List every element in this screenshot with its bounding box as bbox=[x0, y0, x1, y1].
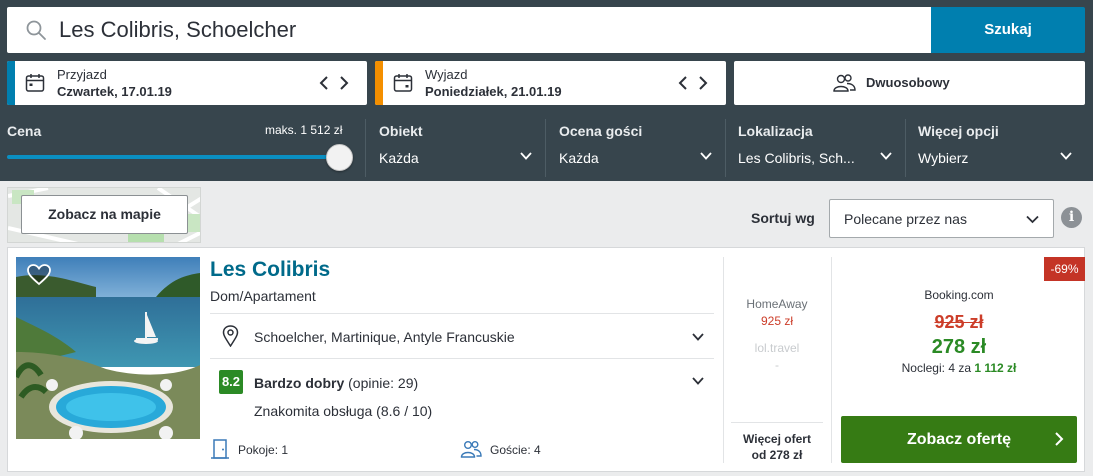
room-type-label: Dwuosobowy bbox=[866, 75, 950, 90]
chevron-down-icon bbox=[1026, 215, 1039, 224]
more-options-value: Wybierz bbox=[918, 150, 969, 166]
sort-label: Sortuj wg bbox=[751, 210, 815, 226]
room-type-field[interactable]: Dwuosobowy bbox=[734, 61, 1085, 105]
object-filter-label: Obiekt bbox=[379, 123, 423, 139]
chevron-right-icon[interactable] bbox=[339, 75, 349, 91]
price-max-label: maks. 1 512 zł bbox=[265, 123, 343, 137]
discount-badge: -69% bbox=[1044, 257, 1085, 281]
hotel-type: Dom/Apartament bbox=[210, 288, 316, 304]
search-button[interactable]: Szukaj bbox=[931, 7, 1085, 53]
divider bbox=[731, 422, 823, 423]
more-offers-link[interactable]: Więcej ofert od 278 zł bbox=[731, 431, 823, 463]
price-filter-label: Cena bbox=[7, 123, 42, 139]
service-rating: Znakomita obsługa (8.6 / 10) bbox=[254, 403, 433, 419]
guest-rating-filter[interactable]: Ocena gości Każda bbox=[546, 113, 724, 181]
info-icon[interactable]: i bbox=[1061, 207, 1082, 228]
price-slider-track[interactable] bbox=[7, 155, 340, 159]
rating-score-badge: 8.2 bbox=[219, 370, 243, 394]
chevron-down-icon[interactable] bbox=[691, 330, 705, 344]
nights-total: 1 112 zł bbox=[974, 361, 1017, 375]
divider bbox=[723, 257, 724, 463]
heart-icon[interactable] bbox=[27, 264, 51, 286]
view-deal-label: Zobacz ofertę bbox=[906, 431, 1011, 448]
chevron-down-icon bbox=[700, 152, 712, 160]
checkin-date: Czwartek, 17.01.19 bbox=[57, 84, 172, 99]
rating-summary: Bardzo dobry (opinie: 29) bbox=[254, 375, 418, 391]
chevron-right-icon[interactable] bbox=[698, 75, 708, 91]
hotel-location: Schoelcher, Martinique, Antyle Francuski… bbox=[254, 329, 515, 345]
search-input[interactable]: Les Colibris, Schoelcher bbox=[7, 7, 931, 53]
checkout-date: Poniedziałek, 21.01.19 bbox=[425, 84, 562, 99]
partner-price[interactable]: - bbox=[731, 358, 823, 372]
calendar-icon bbox=[25, 74, 45, 92]
location-filter-label: Lokalizacja bbox=[738, 123, 813, 139]
divider bbox=[831, 257, 832, 463]
search-query-text[interactable]: Les Colibris, Schoelcher bbox=[59, 7, 296, 53]
hotel-name[interactable]: Les Colibris bbox=[210, 258, 330, 282]
filter-bar: Cena maks. 1 512 zł Obiekt Każda Ocena g… bbox=[0, 113, 1093, 181]
more-offers-line1: Więcej ofert bbox=[743, 432, 811, 446]
calendar-icon bbox=[393, 74, 413, 92]
view-deal-button[interactable]: Zobacz ofertę bbox=[841, 416, 1077, 463]
price-filter[interactable]: Cena maks. 1 512 zł bbox=[0, 113, 362, 181]
chevron-right-icon bbox=[1055, 432, 1064, 446]
location-filter[interactable]: Lokalizacja Les Colibris, Sch... bbox=[726, 113, 904, 181]
checkout-field[interactable]: Wyjazd Poniedziałek, 21.01.19 bbox=[375, 61, 726, 105]
sort-value: Polecane przez nas bbox=[844, 211, 967, 227]
rating-reviews: (opinie: 29) bbox=[344, 375, 419, 391]
sort-select[interactable]: Polecane przez nas bbox=[829, 199, 1054, 238]
deal-price[interactable]: 278 zł bbox=[840, 336, 1078, 359]
room-count: Pokoje: 1 bbox=[238, 443, 289, 457]
location-pin-icon bbox=[222, 325, 239, 347]
guest-count: Goście: 4 bbox=[490, 443, 541, 457]
partner-price[interactable]: 925 zł bbox=[731, 314, 823, 328]
checkout-label: Wyjazd bbox=[425, 67, 468, 82]
hotel-card[interactable]: Les Colibris Dom/Apartament Schoelcher, … bbox=[7, 247, 1085, 472]
location-filter-value: Les Colibris, Sch... bbox=[738, 150, 855, 166]
more-offers-line2: od 278 zł bbox=[751, 448, 803, 462]
rating-label: Bardzo dobry bbox=[254, 375, 345, 391]
nights-prefix: Noclegi: 4 za bbox=[901, 361, 975, 375]
price-slider-handle[interactable] bbox=[326, 144, 353, 171]
chevron-down-icon[interactable] bbox=[691, 374, 705, 388]
chevron-down-icon bbox=[1060, 152, 1072, 160]
checkin-accent bbox=[7, 61, 15, 105]
search-icon bbox=[26, 20, 46, 40]
divider bbox=[210, 358, 714, 359]
hotel-photo[interactable] bbox=[16, 257, 200, 439]
chevron-down-icon bbox=[520, 152, 532, 160]
object-filter[interactable]: Obiekt Każda bbox=[366, 113, 544, 181]
partner-name[interactable]: HomeAway bbox=[731, 297, 823, 311]
chevron-down-icon bbox=[880, 152, 892, 160]
more-options-filter[interactable]: Więcej opcji Wybierz bbox=[906, 113, 1086, 181]
checkin-label: Przyjazd bbox=[57, 67, 107, 82]
people-icon bbox=[833, 74, 856, 92]
more-options-label: Więcej opcji bbox=[918, 123, 999, 139]
search-panel: Les Colibris, Schoelcher Szukaj Przyjazd… bbox=[0, 0, 1093, 181]
checkout-accent bbox=[375, 61, 383, 105]
guests-icon bbox=[460, 441, 482, 458]
divider bbox=[210, 313, 714, 314]
old-price: 925 zł bbox=[934, 312, 984, 332]
door-icon bbox=[211, 439, 229, 459]
checkin-field[interactable]: Przyjazd Czwartek, 17.01.19 bbox=[7, 61, 367, 105]
view-map-button[interactable]: Zobacz na mapie bbox=[21, 195, 188, 234]
guest-rating-filter-value: Każda bbox=[559, 150, 599, 166]
guest-rating-filter-label: Ocena gości bbox=[559, 123, 643, 139]
chevron-left-icon[interactable] bbox=[678, 75, 688, 91]
chevron-left-icon[interactable] bbox=[319, 75, 329, 91]
object-filter-value: Każda bbox=[379, 150, 419, 166]
partner-name[interactable]: lol.travel bbox=[731, 341, 823, 355]
deal-site-name: Booking.com bbox=[924, 288, 994, 302]
nights-summary: Noclegi: 4 za 1 112 zł bbox=[840, 361, 1078, 375]
